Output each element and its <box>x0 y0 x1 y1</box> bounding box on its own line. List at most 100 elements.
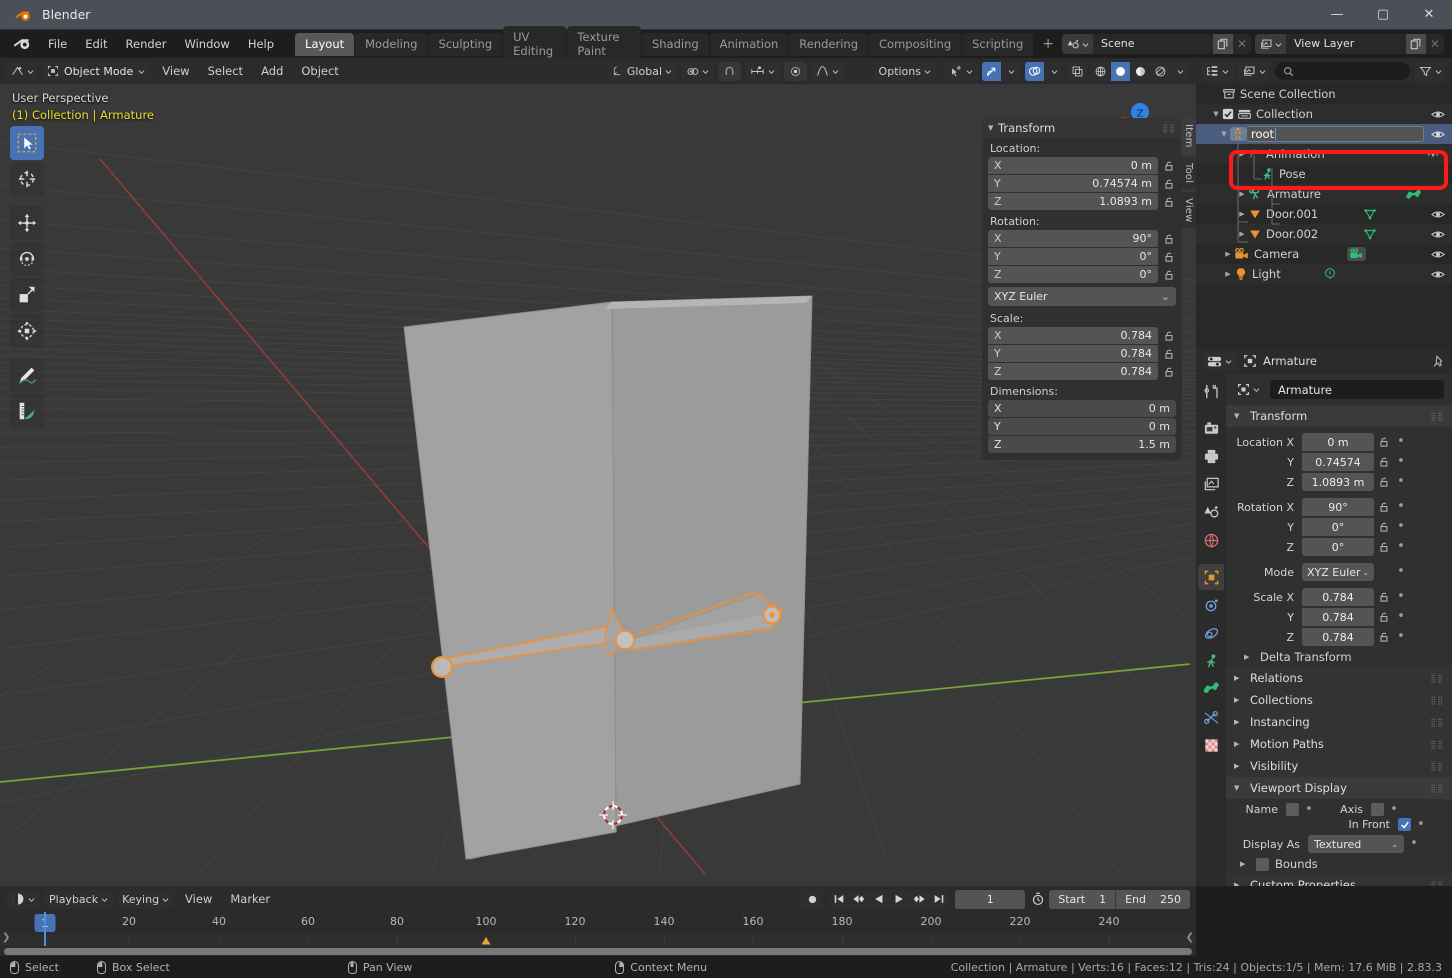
door001-expand-arrow-icon[interactable]: ▶ <box>1236 210 1248 218</box>
timeline-scrollbar-track[interactable] <box>0 946 1196 956</box>
prop-scale-y-lock-icon[interactable] <box>1378 611 1391 623</box>
properties-tab-scene[interactable] <box>1198 499 1224 525</box>
frame-range-fields[interactable]: Start 1 End 250 <box>1049 889 1190 909</box>
properties-panel-motion-paths[interactable]: ▶ Motion Paths ⣿⣿ <box>1226 733 1452 755</box>
workspace-tab-uv-editing[interactable]: UV Editing <box>503 25 567 63</box>
scale-z-field[interactable]: Z 0.784 <box>988 363 1158 380</box>
prop-rotation-x-animate-dot[interactable]: • <box>1395 500 1407 513</box>
view-layer-name[interactable]: View Layer <box>1286 34 1406 54</box>
properties-tab-world[interactable] <box>1198 527 1224 553</box>
outliner-row-animation[interactable]: ▶ Animation <box>1196 144 1452 164</box>
scale-z-lock-icon[interactable] <box>1162 366 1176 378</box>
prop-rotation-z-field[interactable]: 0° <box>1302 538 1374 556</box>
snap-settings[interactable] <box>745 61 780 81</box>
jump-to-start-button[interactable] <box>829 890 849 909</box>
unlink-scene-button[interactable]: ✕ <box>1233 34 1251 54</box>
maximize-button[interactable]: ▢ <box>1360 0 1406 30</box>
animation-expand-arrow-icon[interactable]: ▶ <box>1236 150 1248 158</box>
in-front-checkbox[interactable] <box>1398 818 1411 831</box>
cursor-tool-button[interactable] <box>10 162 44 196</box>
outliner-row-scene-collection[interactable]: Scene Collection <box>1196 84 1452 104</box>
outliner-search-input[interactable] <box>1275 62 1410 80</box>
jump-to-next-keyframe-button[interactable] <box>909 890 929 909</box>
properties-tab-view-layer[interactable] <box>1198 471 1224 497</box>
display-as-dropdown[interactable]: Textured ⌄ <box>1308 835 1404 853</box>
prop-location-z-lock-icon[interactable] <box>1378 476 1391 488</box>
rotation-mode-dropdown[interactable]: XYZ Euler ⌄ <box>988 287 1176 306</box>
use-preview-range-icon[interactable] <box>1031 892 1045 906</box>
root-collapse-arrow-icon[interactable]: ▼ <box>1218 130 1230 138</box>
close-button[interactable]: ✕ <box>1406 0 1452 30</box>
outliner-row-light[interactable]: ▶ Light <box>1196 264 1452 284</box>
prop-rotation-z-animate-dot[interactable]: • <box>1395 540 1407 553</box>
overlays-dropdown[interactable] <box>1045 61 1064 81</box>
properties-panel-collections[interactable]: ▶ Collections ⣿⣿ <box>1226 689 1452 711</box>
show-gizmo-selector[interactable] <box>944 61 978 81</box>
properties-tab-texture[interactable] <box>1198 732 1224 758</box>
timeline-editor-type-icon[interactable] <box>6 889 40 909</box>
timeline-ruler[interactable]: 20 40 60 80 100 120 140 160 180 200 220 … <box>0 912 1196 934</box>
door002-visibility-eye-icon[interactable] <box>1430 229 1446 240</box>
viewport-canvas[interactable]: User Perspective (1) Collection | Armatu… <box>0 84 1196 886</box>
timeline-expand-right-icon[interactable]: ❮ <box>1186 932 1194 943</box>
properties-panel-instancing[interactable]: ▶ Instancing ⣿⣿ <box>1226 711 1452 733</box>
shading-wireframe-button[interactable] <box>1091 61 1110 81</box>
properties-tab-render[interactable] <box>1198 415 1224 441</box>
armature-expand-arrow-icon[interactable]: ▶ <box>1236 190 1248 198</box>
sidebar-tab-tool[interactable]: Tool <box>1181 156 1196 189</box>
jump-to-end-button[interactable] <box>929 890 949 909</box>
minimize-button[interactable]: — <box>1314 0 1360 30</box>
door001-visibility-eye-icon[interactable] <box>1430 209 1446 220</box>
rotation-z-field[interactable]: Z 0° <box>988 266 1158 283</box>
timeline-keying-menu[interactable]: Keying <box>117 889 175 909</box>
properties-tab-output[interactable] <box>1198 443 1224 469</box>
view-layer-icon[interactable] <box>1255 34 1286 54</box>
door002-expand-arrow-icon[interactable]: ▶ <box>1236 230 1248 238</box>
dimensions-x-field[interactable]: X 0 m <box>988 400 1176 417</box>
outliner-row-armature[interactable]: ▶ Armature <box>1196 184 1452 204</box>
properties-transform-header[interactable]: ▼ Transform ⣿⣿ <box>1226 405 1452 427</box>
outliner-row-camera[interactable]: ▶ Camera <box>1196 244 1452 264</box>
rotation-z-lock-icon[interactable] <box>1162 269 1176 281</box>
prop-rotation-z-lock-icon[interactable] <box>1378 541 1391 553</box>
location-z-field[interactable]: Z 1.0893 m <box>988 193 1158 210</box>
menu-edit[interactable]: Edit <box>76 34 116 54</box>
outliner-filter-icon[interactable] <box>1414 61 1447 81</box>
workspace-tab-modeling[interactable]: Modeling <box>355 32 428 56</box>
delta-transform-subpanel[interactable]: ▶ Delta Transform <box>1226 647 1452 667</box>
shading-rendered-button[interactable] <box>1151 61 1170 81</box>
add-workspace-button[interactable]: + <box>1034 36 1062 52</box>
timeline-playback-menu[interactable]: Playback <box>44 889 114 909</box>
prop-location-z-animate-dot[interactable]: • <box>1395 475 1407 488</box>
interaction-mode-selector[interactable]: Object Mode <box>43 61 152 81</box>
light-visibility-eye-icon[interactable] <box>1430 269 1446 280</box>
location-x-field[interactable]: X 0 m <box>988 157 1158 174</box>
measure-tool-button[interactable] <box>10 394 44 428</box>
menu-render[interactable]: Render <box>117 34 176 54</box>
properties-editor-type-icon[interactable] <box>1202 351 1237 371</box>
prop-scale-y-animate-dot[interactable]: • <box>1395 610 1407 623</box>
transform-panel-header[interactable]: ▼ Transform ⣿⣿ <box>982 118 1182 138</box>
timeline-view-menu[interactable]: View <box>178 890 219 908</box>
display-axis-animate-dot[interactable]: • <box>1388 803 1400 816</box>
pivot-point-selector[interactable] <box>681 61 714 81</box>
prop-rotation-x-field[interactable]: 90° <box>1302 498 1374 516</box>
in-front-animate-dot[interactable]: • <box>1415 818 1427 831</box>
outliner-row-door-001[interactable]: ▶ Door.001 <box>1196 204 1452 224</box>
properties-tab-modifier[interactable] <box>1198 592 1224 618</box>
move-tool-button[interactable] <box>10 206 44 240</box>
prop-location-y-field[interactable]: 0.74574 <box>1302 453 1374 471</box>
workspace-tab-layout[interactable]: Layout <box>295 32 355 56</box>
timeline-scrollbar-thumb[interactable] <box>4 948 1192 955</box>
scale-y-lock-icon[interactable] <box>1162 348 1176 360</box>
prop-location-y-lock-icon[interactable] <box>1378 456 1391 468</box>
shading-material-button[interactable] <box>1131 61 1150 81</box>
outliner-rename-input[interactable]: root <box>1246 126 1424 142</box>
timeline-marker-menu[interactable]: Marker <box>223 890 277 908</box>
jump-to-prev-keyframe-button[interactable] <box>849 890 869 909</box>
properties-panel-custom-properties[interactable]: ▶ Custom Properties ⣿⣿ <box>1226 874 1452 886</box>
rotation-y-field[interactable]: Y 0° <box>988 248 1158 265</box>
rotation-x-field[interactable]: X 90° <box>988 230 1158 247</box>
bounds-subpanel[interactable]: ▶ Bounds <box>1226 854 1452 874</box>
prop-location-x-lock-icon[interactable] <box>1378 436 1391 448</box>
